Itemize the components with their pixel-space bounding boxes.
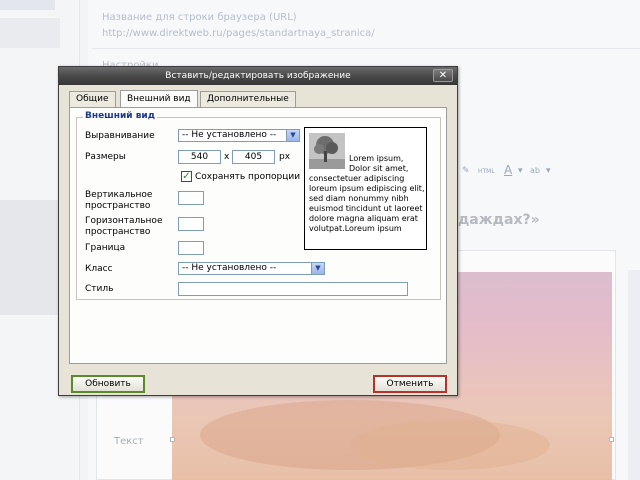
resize-handle[interactable] xyxy=(609,437,614,442)
tab-general[interactable]: Общие xyxy=(69,91,116,107)
update-button[interactable]: Обновить xyxy=(71,375,145,393)
article-heading-fragment: даждах?» xyxy=(458,212,540,228)
keep-proportions-label: Сохранять пропорции xyxy=(195,172,301,182)
page-url-value: http://www.direktweb.ru/pages/standartna… xyxy=(102,28,375,39)
tab-advanced[interactable]: Дополнительные xyxy=(200,91,296,107)
border-input[interactable] xyxy=(178,241,204,255)
vspace-input[interactable] xyxy=(178,191,204,205)
vspace-label-line2: пространство xyxy=(85,201,151,211)
cancel-button[interactable]: Отменить xyxy=(373,375,447,393)
close-icon[interactable]: ✕ xyxy=(433,69,453,82)
preview-paragraph: Lorem ipsum, Dolor sit amet, consectetue… xyxy=(309,134,425,234)
image-preview: Lorem ipsum, Dolor sit amet, consectetue… xyxy=(304,127,427,250)
class-value: -- Не установлено -- xyxy=(182,263,277,273)
left-block xyxy=(0,0,55,10)
height-input[interactable]: 405 xyxy=(232,150,275,164)
appearance-fieldset: Внешний вид Выравнивание -- Не установле… xyxy=(76,111,441,300)
cloud-shape xyxy=(350,420,550,470)
dialog-title[interactable]: Вставить/редактировать изображение xyxy=(59,67,457,85)
dimensions-label: Размеры xyxy=(85,152,126,162)
chevron-down-icon[interactable]: ▾ xyxy=(546,166,551,176)
chevron-down-icon[interactable]: ▼ xyxy=(311,263,324,274)
dimension-separator: x xyxy=(224,152,230,162)
resize-handle[interactable] xyxy=(170,437,175,442)
width-input[interactable]: 540 xyxy=(178,150,221,164)
hspace-input[interactable] xyxy=(178,217,204,231)
class-select[interactable]: -- Не установлено -- ▼ xyxy=(178,262,325,275)
chevron-down-icon[interactable]: ▼ xyxy=(286,130,299,141)
preview-float xyxy=(309,134,349,170)
class-label: Класс xyxy=(85,264,113,274)
editor-toolbar: ✎ HTML A ▾ ab ▾ xyxy=(458,160,640,186)
vspace-label-line1: Вертикальное xyxy=(85,190,153,200)
alignment-label: Выравнивание xyxy=(85,131,155,141)
style-input[interactable] xyxy=(178,282,408,296)
alignment-select[interactable]: -- Не установлено -- ▼ xyxy=(178,129,300,142)
hspace-label-line2: пространство xyxy=(85,227,151,237)
spellcheck-icon[interactable]: ab xyxy=(530,166,540,175)
border-label: Граница xyxy=(85,243,126,253)
tab-appearance[interactable]: Внешний вид xyxy=(120,90,198,107)
tab-panel: Внешний вид Выравнивание -- Не установле… xyxy=(69,107,447,364)
text-label: Текст xyxy=(114,436,144,447)
browser-title-label: Название для строки браузера (URL) xyxy=(102,12,297,23)
pencil-icon[interactable]: ✎ xyxy=(462,166,470,176)
chevron-down-icon[interactable]: ▾ xyxy=(518,166,523,176)
hspace-label-line1: Горизонтальное xyxy=(85,216,163,226)
html-button[interactable]: HTML xyxy=(478,168,495,175)
fieldset-legend: Внешний вид xyxy=(83,111,157,121)
scrollbar[interactable] xyxy=(628,270,640,480)
alignment-value: -- Не установлено -- xyxy=(182,130,277,140)
divider xyxy=(92,48,640,49)
left-block xyxy=(0,18,60,48)
image-dialog: Вставить/редактировать изображение ✕ Общ… xyxy=(58,66,458,396)
keep-proportions-checkbox[interactable]: ✓ xyxy=(181,171,192,182)
dimension-unit: px xyxy=(279,152,291,162)
style-label: Стиль xyxy=(85,284,114,294)
text-color-icon[interactable]: A xyxy=(504,163,512,177)
